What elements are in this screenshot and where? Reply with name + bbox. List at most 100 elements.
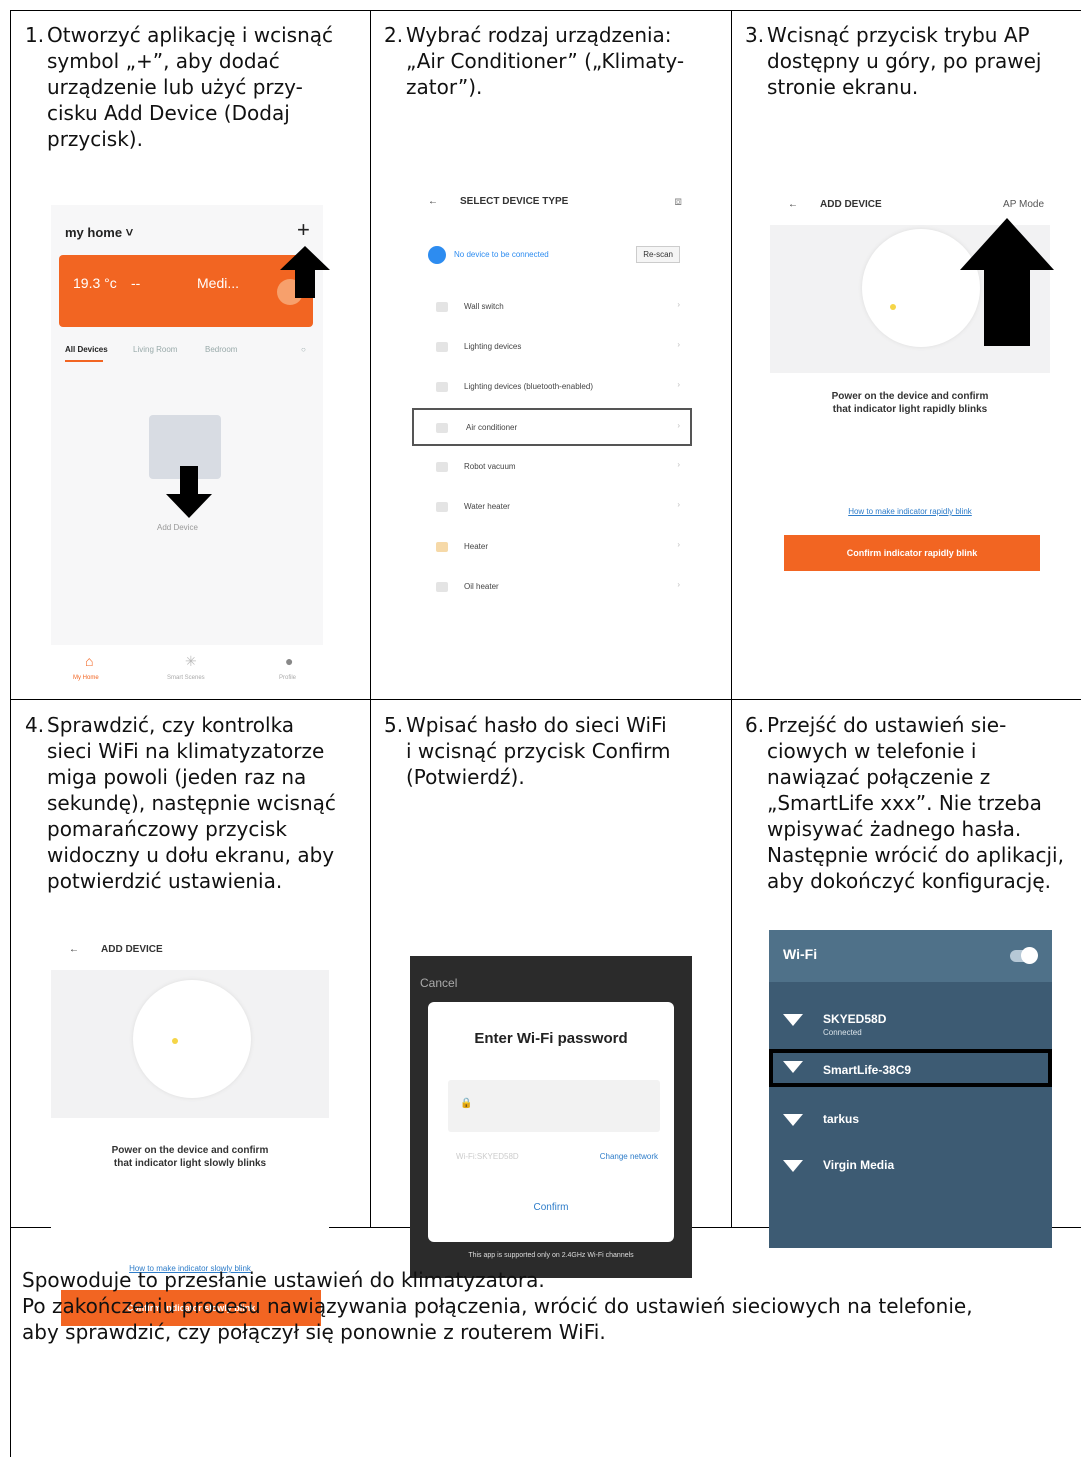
step-4-text: 4. Sprawdzić, czy kontrolka sieci WiFi n… xyxy=(25,712,365,894)
up-arrow-icon xyxy=(960,218,1054,346)
chevron-right-icon: › xyxy=(677,380,680,389)
step-3-text: 3. Wcisnąć przycisk trybu AP dostępny u … xyxy=(745,22,1075,100)
add-device-link[interactable]: Add Device xyxy=(157,523,198,532)
dialog-title: Enter Wi-Fi password xyxy=(474,1030,628,1047)
change-network-link[interactable]: Change network xyxy=(600,1152,658,1161)
profile-icon[interactable]: ● xyxy=(285,653,293,669)
chevron-right-icon: › xyxy=(677,500,680,509)
tab-bedroom[interactable]: Bedroom xyxy=(205,345,237,354)
item-label: Air conditioner xyxy=(466,423,518,432)
temperature: 19.3 °c xyxy=(73,275,117,291)
step-5-text: 5. Wpisać hasło do sieci WiFi i wcisnąć … xyxy=(384,712,724,790)
item-label: Lighting devices xyxy=(464,342,522,351)
wifi-icon xyxy=(783,1014,803,1026)
network-name: tarkus xyxy=(823,1112,860,1126)
device-icon xyxy=(436,382,448,392)
list-item[interactable]: Robot vacuum › xyxy=(428,454,688,482)
status-text: No device to be connected xyxy=(454,250,549,259)
device-icon xyxy=(436,302,448,312)
title-text: ADD DEVICE xyxy=(101,944,163,955)
page-title: ← SELECT DEVICE TYPE xyxy=(428,196,568,207)
item-label: Heater xyxy=(464,542,489,551)
grid-line xyxy=(731,10,732,1227)
tab-all-devices[interactable]: All Devices xyxy=(65,345,108,354)
wifi-icon xyxy=(783,1061,803,1073)
cancel-button[interactable]: Cancel xyxy=(420,976,457,990)
list-item-air-conditioner[interactable]: Air conditioner › xyxy=(412,408,692,446)
grid-line xyxy=(370,10,371,1227)
step-6-text: 6. Przejść do ustawień sie- ciowych w te… xyxy=(745,712,1079,894)
toggle-knob xyxy=(1021,947,1038,964)
list-item[interactable]: Water heater › xyxy=(428,494,688,522)
scene-icon[interactable]: ✳ xyxy=(185,653,197,670)
list-item[interactable]: Wall switch › xyxy=(428,294,688,322)
wifi-title: Wi-Fi xyxy=(783,946,818,962)
footer-paragraph: Spowoduje to przesłanie ustawień do klim… xyxy=(22,1268,973,1344)
instruction-text: Power on the device and confirm that ind… xyxy=(831,391,989,415)
confirm-button[interactable]: Confirm xyxy=(428,1202,674,1213)
chevron-right-icon: › xyxy=(677,421,680,430)
network-name: SmartLife-38C9 xyxy=(823,1063,912,1077)
network-item-smartlife[interactable]: SmartLife-38C9 xyxy=(769,1049,1052,1087)
nav-label-home: My Home xyxy=(73,675,99,681)
home-selector[interactable]: my home ˅ xyxy=(65,225,133,240)
list-item[interactable]: Lighting devices (bluetooth-enabled) › xyxy=(428,374,688,402)
tab-living-room[interactable]: Living Room xyxy=(133,345,177,354)
ap-mode-button[interactable]: AP Mode xyxy=(1003,199,1044,210)
home-icon[interactable]: ⌂ xyxy=(85,653,93,669)
list-item[interactable]: Lighting devices › xyxy=(428,334,688,362)
item-label: Wall switch xyxy=(464,302,504,311)
page-title: ← ADD DEVICE xyxy=(788,199,882,210)
item-label: Water heater xyxy=(464,502,510,511)
footer-note: This app is supported only on 2.4GHz Wi-… xyxy=(468,1252,634,1259)
title-text: SELECT DEVICE TYPE xyxy=(460,196,569,207)
step-number: 3. xyxy=(745,23,765,47)
wifi-icon xyxy=(783,1160,803,1172)
step-number: 2. xyxy=(384,23,404,47)
humidity: -- xyxy=(131,275,141,291)
chevron-right-icon: › xyxy=(677,300,680,309)
item-label: Lighting devices (bluetooth-enabled) xyxy=(464,382,593,391)
help-link[interactable]: How to make indicator rapidly blink xyxy=(770,507,1050,516)
indicator-led xyxy=(172,1038,178,1044)
page-title: ← ADD DEVICE xyxy=(69,944,163,955)
air-quality: Medi... xyxy=(197,275,240,291)
nav-label-scenes: Smart Scenes xyxy=(167,675,205,681)
weather-card: 19.3 °c -- Medi... xyxy=(59,255,313,327)
back-arrow-icon[interactable]: ← xyxy=(69,944,79,955)
scan-icon[interactable]: ⧈ xyxy=(674,194,682,209)
chevron-right-icon: › xyxy=(677,540,680,549)
up-arrow-icon xyxy=(280,246,330,298)
bottom-nav: ⌂ ✳ ● My Home Smart Scenes Profile xyxy=(51,645,323,690)
wifi-icon xyxy=(783,1114,803,1126)
add-plus-button[interactable]: + xyxy=(297,217,310,243)
step-1-text: 1. Otworzyć aplikację i wcisnąć symbol „… xyxy=(25,22,365,152)
wifi-toggle[interactable] xyxy=(1010,947,1038,964)
back-arrow-icon[interactable]: ← xyxy=(788,199,798,210)
confirm-button[interactable]: Confirm indicator rapidly blink xyxy=(784,535,1040,571)
item-label: Robot vacuum xyxy=(464,462,516,471)
bluetooth-icon xyxy=(428,246,446,264)
grid-line xyxy=(10,10,1081,11)
back-arrow-icon[interactable]: ← xyxy=(428,196,438,207)
list-item[interactable]: Heater › xyxy=(428,534,688,562)
step-body: Sprawdzić, czy kontrolka sieci WiFi na k… xyxy=(47,713,336,893)
rescan-button[interactable]: Re-scan xyxy=(636,246,680,263)
network-item[interactable]: SKYED58D Connected xyxy=(769,1004,1052,1042)
indicator-led xyxy=(890,304,896,310)
device-icon xyxy=(436,462,448,472)
network-item[interactable]: Virgin Media xyxy=(769,1150,1052,1188)
step-body: Wybrać rodzaj urządzenia: „Air Condition… xyxy=(406,23,685,99)
network-item[interactable]: tarkus xyxy=(769,1104,1052,1142)
password-field[interactable]: 🔒 xyxy=(448,1080,660,1132)
network-name: Virgin Media xyxy=(823,1158,895,1172)
wifi-header: Wi-Fi xyxy=(769,930,1052,982)
step-number: 5. xyxy=(384,713,404,737)
step-2-text: 2. Wybrać rodzaj urządzenia: „Air Condit… xyxy=(384,22,724,100)
more-icon[interactable]: ○ xyxy=(301,345,306,354)
list-item[interactable]: Oil heater › xyxy=(428,574,688,602)
device-icon xyxy=(436,423,448,433)
tab-indicator xyxy=(65,360,103,362)
step-number: 6. xyxy=(745,713,765,737)
screenshot-wifi-list: Wi-Fi SKYED58D Connected SmartLife-38C9 … xyxy=(769,930,1052,1248)
